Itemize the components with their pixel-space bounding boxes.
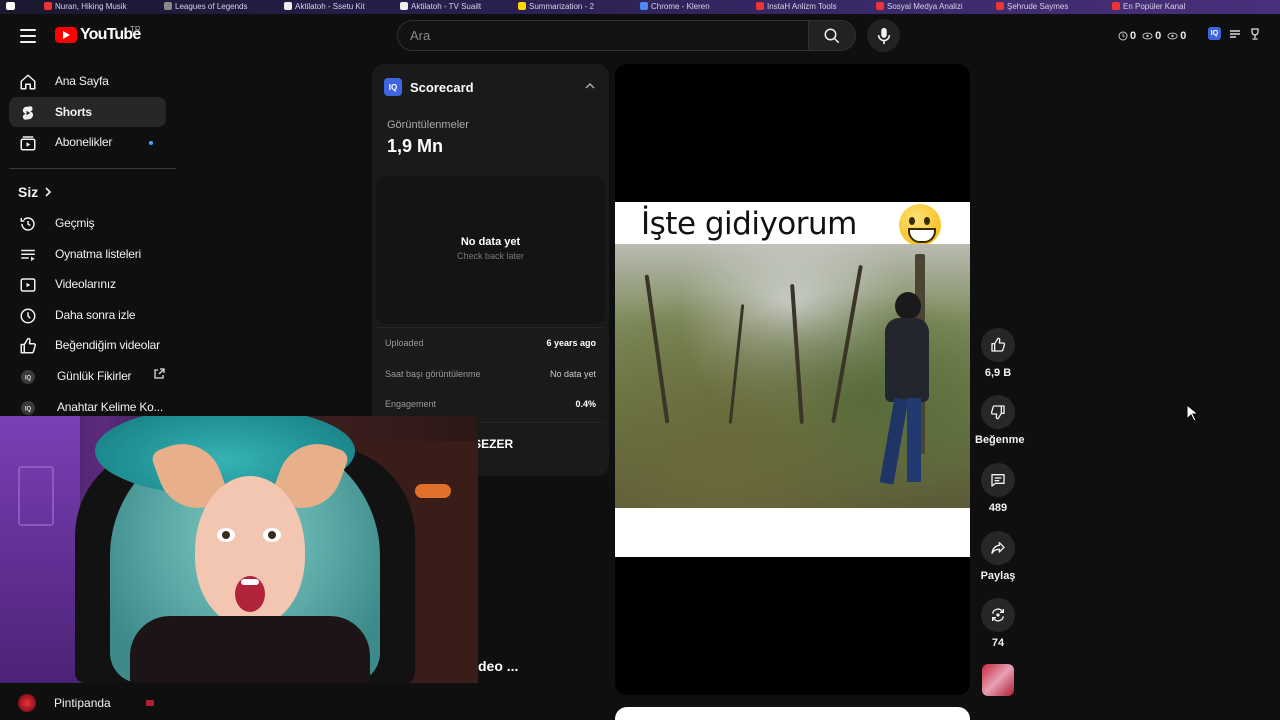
microphone-icon [877, 27, 890, 44]
vidiq-logo-icon: IQ [384, 78, 402, 96]
bookmark-item[interactable]: Sosyal Medya Analizi [876, 1, 963, 11]
menu-button[interactable] [14, 24, 42, 48]
sidebar-item-your-videos[interactable]: Videolarınız [9, 269, 166, 299]
video-frame-forest [615, 244, 970, 508]
shorts-icon [19, 104, 37, 122]
scorecard-header[interactable]: IQ Scorecard [384, 78, 474, 96]
vidiq-scorecard-panel: IQ Scorecard Görüntülenmeler 1,9 Mn No d… [372, 64, 609, 476]
youtube-play-icon [55, 27, 77, 43]
external-link-icon [154, 368, 165, 379]
chevron-right-icon [45, 187, 52, 197]
share-icon [991, 542, 1005, 554]
video-caption: İşte gidiyorum [641, 206, 857, 242]
vidiq-icon: IQ [19, 368, 37, 386]
live-indicator-icon [146, 700, 154, 706]
bookmark-item[interactable]: Aktilatoh - Ssetu Kit [284, 1, 365, 11]
scorecard-divider [376, 327, 605, 328]
svg-text:IQ: IQ [25, 407, 32, 413]
streamer-face [195, 476, 305, 626]
webcam-overlay [0, 416, 478, 683]
deer-poster [18, 466, 54, 526]
sidebar-item-liked-videos[interactable]: Beğendiğim videolar [9, 330, 166, 360]
dislike-button[interactable]: Beğenme [975, 395, 1025, 446]
bookmark-item[interactable]: InstaH Anlizm Tools [756, 1, 837, 11]
stat-row-uploaded: Uploaded 6 years ago [385, 338, 596, 348]
search-input[interactable] [410, 21, 808, 50]
grinning-emoji-icon [899, 204, 941, 246]
stat-row-hourly-views: Saat başı görüntülenme No data yet [385, 369, 596, 379]
comment-icon [991, 474, 1005, 487]
search-box[interactable] [397, 20, 809, 51]
remix-button[interactable]: 74 [975, 598, 1021, 649]
sidebar-item-gunluk-fikirler[interactable]: IQ Günlük Fikirler [9, 361, 166, 391]
trophy-icon[interactable] [1249, 27, 1261, 40]
sidebar-item-history[interactable]: Geçmiş [9, 208, 166, 238]
sound-thumbnail[interactable] [982, 664, 1014, 696]
youtube-shorts-page: Nuran, Hiking Musik Leagues of Legends A… [0, 0, 1280, 720]
vidiq-icon: IQ [19, 399, 37, 417]
extension-stats: 0 0 0 [1118, 27, 1186, 45]
search-icon [824, 28, 840, 43]
stat-clock: 0 [1118, 30, 1136, 42]
thumbs-up-icon [19, 337, 37, 355]
no-data-chart: No data yet Check back later [376, 176, 605, 324]
sidebar-item-watch-later[interactable]: Daha sonra izle [9, 300, 166, 330]
views-label: Görüntülenmeler [387, 119, 469, 131]
bookmark-item[interactable]: Şehrude Saymes [996, 1, 1068, 11]
stat-row-engagement: Engagement 0.4% [385, 399, 596, 409]
eye-icon [1142, 32, 1153, 40]
voice-search-button[interactable] [867, 19, 900, 52]
bottom-white-band [615, 508, 970, 557]
sidebar-divider [9, 168, 176, 169]
person-figure [877, 292, 937, 502]
eye-icon [1167, 32, 1178, 40]
chevron-up-icon[interactable] [585, 82, 595, 90]
bookmark-item[interactable]: En Popüler Kanal [1112, 1, 1185, 11]
bookmark-item[interactable]: Aktilatoh - TV Suailt [400, 1, 481, 11]
short-video-player[interactable]: İşte gidiyorum [615, 64, 970, 695]
home-icon [19, 73, 37, 91]
sidebar-item-playlists[interactable]: Oynatma listeleri [9, 239, 166, 269]
new-content-dot [149, 141, 153, 145]
channel-avatar [18, 694, 36, 712]
next-short-preview[interactable] [615, 707, 970, 720]
sidebar-item-subscriptions[interactable]: Abonelikler [9, 127, 166, 157]
bookmark-apps[interactable] [6, 1, 15, 11]
bookmark-item[interactable]: Chrome - Kleren [640, 1, 710, 11]
watch-later-icon [19, 307, 37, 325]
playlists-icon [19, 246, 37, 264]
views-value: 1,9 Mn [387, 136, 444, 156]
bookmarks-bar: Nuran, Hiking Musik Leagues of Legends A… [0, 0, 1280, 14]
remix-icon [992, 608, 1004, 622]
subscriptions-icon [19, 134, 37, 152]
sidebar-subscription-item[interactable]: Pintipanda [18, 694, 111, 712]
like-button[interactable]: 6,9 B [975, 328, 1021, 379]
stat-views: 0 [1142, 30, 1161, 42]
history-icon [19, 215, 37, 233]
list-icon[interactable] [1229, 28, 1241, 40]
bookmark-item[interactable]: Nuran, Hiking Musik [44, 1, 127, 11]
video-title[interactable]: deo ... [478, 658, 518, 674]
thumbs-down-icon [990, 405, 1005, 420]
youtube-logo[interactable]: YouTube [55, 26, 141, 44]
bookmark-item[interactable]: Summarization - 2 [518, 1, 594, 11]
vidiq-extension-icon[interactable]: IQ [1208, 27, 1221, 40]
bookmark-item[interactable]: Leagues of Legends [164, 1, 248, 11]
comments-button[interactable]: 489 [975, 463, 1021, 514]
sidebar-item-shorts[interactable]: Shorts [9, 97, 166, 127]
stat-watch: 0 [1167, 30, 1186, 42]
share-button[interactable]: Paylaş [975, 531, 1021, 582]
mouse-cursor-icon [1186, 404, 1198, 422]
your-videos-icon [19, 276, 37, 294]
search-button[interactable] [808, 20, 856, 51]
sidebar-item-home[interactable]: Ana Sayfa [9, 66, 166, 96]
sidebar-you-header[interactable]: Siz [18, 184, 52, 200]
extension-icons: IQ [1208, 27, 1261, 40]
clock-icon [1118, 31, 1128, 41]
country-code: TR [130, 25, 141, 34]
svg-text:IQ: IQ [25, 376, 32, 382]
thumbs-up-icon [991, 337, 1006, 352]
